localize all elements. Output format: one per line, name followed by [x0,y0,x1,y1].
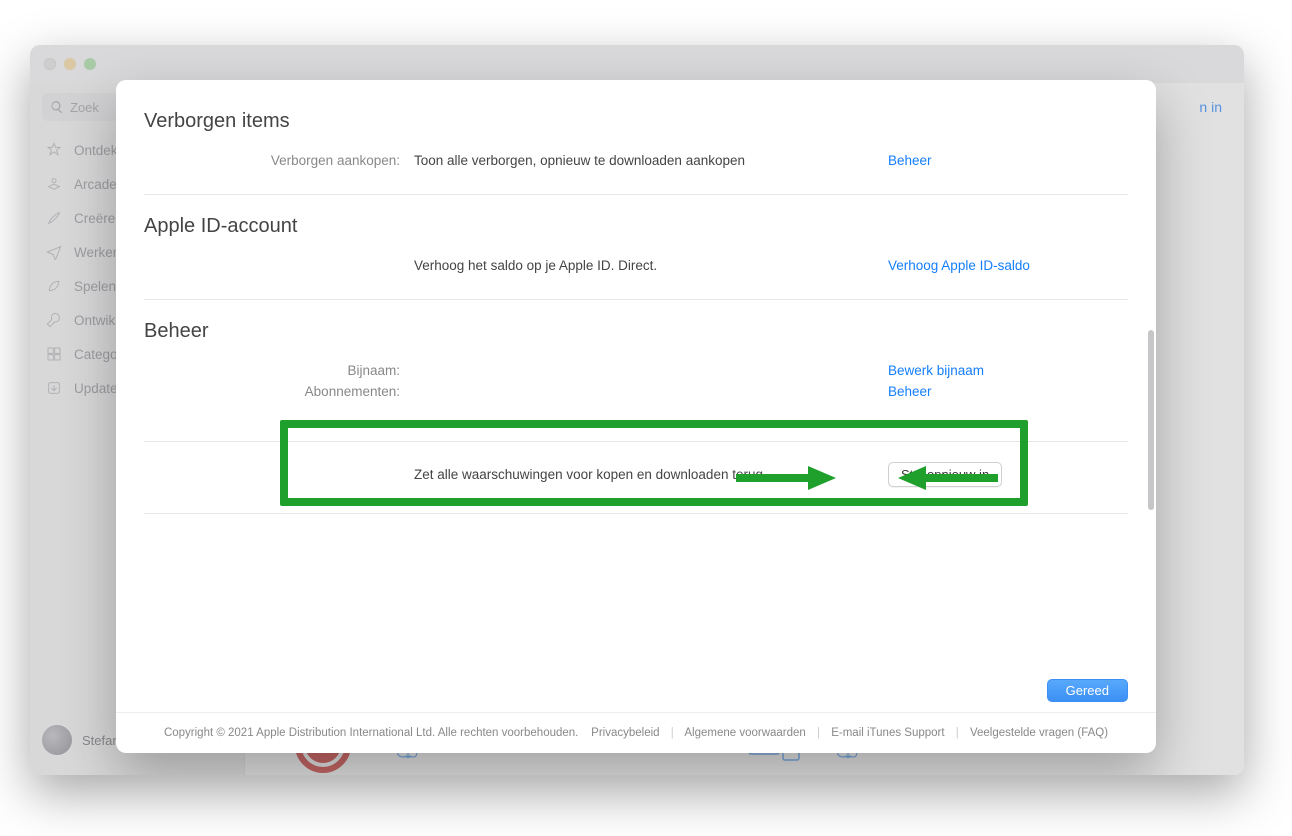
increase-balance-link[interactable]: Verhoog Apple ID-saldo [888,258,1030,273]
support-link[interactable]: E-mail iTunes Support [831,727,944,739]
reset-warnings-desc: Zet alle waarschuwingen voor kopen en do… [414,467,888,482]
appleid-desc: Verhoog het saldo op je Apple ID. Direct… [414,258,888,273]
account-modal: Verborgen items Verborgen aankopen: Toon… [116,80,1156,753]
hidden-purchases-label: Verborgen aankopen: [144,153,414,168]
hidden-purchases-desc: Toon alle verborgen, opnieuw te download… [414,153,888,168]
subscriptions-label: Abonnementen: [144,384,414,399]
manage-subscriptions-link[interactable]: Beheer [888,384,932,399]
scrollbar[interactable] [1148,150,1154,633]
faq-link[interactable]: Veelgestelde vragen (FAQ) [970,727,1108,739]
hidden-items-title: Verborgen items [144,110,1128,133]
appstore-window: Zoek Ontdek Arcade Creëre Werken [30,45,1244,775]
edit-nickname-link[interactable]: Bewerk bijnaam [888,363,984,378]
divider [144,299,1128,300]
divider [144,441,1128,442]
divider [144,513,1128,514]
done-button[interactable]: Gereed [1047,679,1128,702]
divider [144,194,1128,195]
hidden-purchases-manage-link[interactable]: Beheer [888,153,932,168]
scrollbar-thumb[interactable] [1148,330,1154,510]
manage-title: Beheer [144,320,1128,343]
copyright-text: Copyright © 2021 Apple Distribution Inte… [164,727,578,739]
privacy-link[interactable]: Privacybeleid [591,727,659,739]
legal-footer: Copyright © 2021 Apple Distribution Inte… [116,712,1156,753]
reset-warnings-button[interactable]: Stel opnieuw in [888,462,1002,487]
nickname-label: Bijnaam: [144,363,414,378]
terms-link[interactable]: Algemene voorwaarden [684,727,805,739]
appleid-title: Apple ID-account [144,215,1128,238]
